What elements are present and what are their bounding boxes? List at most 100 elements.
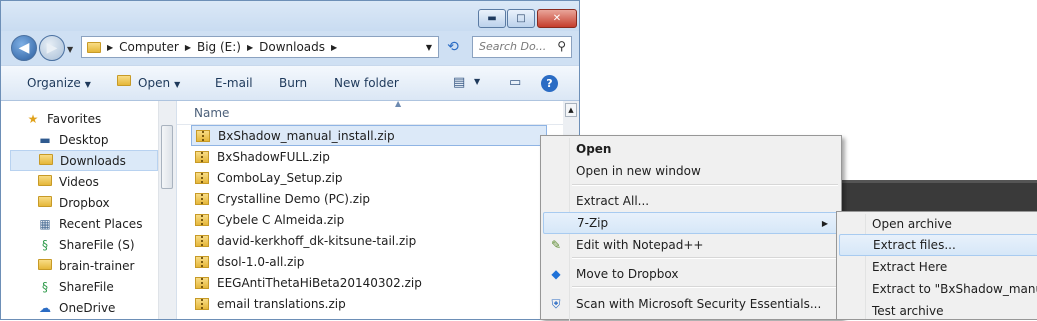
sharefile-icon: § (42, 237, 48, 252)
title-bar: ▬ □ ✕ (1, 1, 579, 31)
nav-item-onedrive[interactable]: ☁ OneDrive (37, 297, 158, 318)
new-folder-button[interactable]: New folder (334, 76, 399, 90)
nav-item-dropbox[interactable]: Dropbox (37, 192, 158, 213)
help-button[interactable]: ? (541, 75, 558, 92)
zip-folder-icon (195, 171, 209, 184)
desktop-icon: ▬ (39, 132, 51, 147)
menu-item-open[interactable]: Open (543, 138, 839, 160)
zip-folder-icon (195, 213, 209, 226)
breadcrumb-separator-icon[interactable]: ▶ (247, 43, 253, 52)
open-folder-icon (117, 75, 131, 90)
scroll-up-icon[interactable]: ▲ (565, 103, 577, 117)
recent-places-icon: ▦ (39, 216, 51, 231)
refresh-button[interactable]: ⟲ (442, 37, 464, 57)
submenu-item-extract-to[interactable]: Extract to "BxShadow_manual_in (839, 278, 1037, 300)
file-row[interactable]: david-kerkhoff_dk-kitsune-tail.zip (191, 230, 547, 251)
zip-folder-icon (195, 255, 209, 268)
nav-pane-scrollbar[interactable] (158, 101, 176, 319)
view-options-icon[interactable]: ▤ (453, 75, 465, 90)
file-row[interactable]: Cybele C Almeida.zip (191, 209, 547, 230)
file-row[interactable]: BxShadow_manual_install.zip (191, 125, 547, 146)
search-input[interactable]: Search Do... ⚲ (472, 36, 572, 58)
menu-item-scan-mse[interactable]: ⛨ Scan with Microsoft Security Essentials… (543, 293, 839, 315)
chevron-down-icon: ▼ (174, 80, 181, 89)
zip-folder-icon (195, 192, 209, 205)
folder-icon (87, 41, 101, 53)
breadcrumb-downloads[interactable]: Downloads (259, 40, 325, 54)
minimize-icon: ▬ (487, 13, 497, 24)
submenu-item-extract-here[interactable]: Extract Here (839, 256, 1037, 278)
address-bar[interactable]: ▶ Computer ▶ Big (E:) ▶ Downloads ▶ ▼ (81, 36, 439, 58)
email-button[interactable]: E-mail (215, 76, 253, 90)
open-button[interactable]: Open ▼ (138, 76, 180, 90)
preview-pane-icon[interactable]: ▭ (509, 75, 521, 90)
nav-pane-scroll-thumb[interactable] (161, 125, 173, 189)
view-dropdown-icon[interactable]: ▼ (474, 77, 480, 86)
file-row[interactable]: dsol-1.0-all.zip (191, 251, 547, 272)
notepad-plus-plus-icon: ✎ (550, 238, 562, 252)
file-row[interactable]: EEGAntiThetaHiBeta20140302.zip (191, 272, 547, 293)
search-placeholder: Search Do... (479, 40, 547, 53)
breadcrumb-drive[interactable]: Big (E:) (197, 40, 241, 54)
star-icon: ★ (27, 111, 39, 126)
folder-icon (37, 258, 53, 273)
zip-folder-icon (195, 234, 209, 247)
file-row[interactable]: ComboLay_Setup.zip (191, 167, 547, 188)
burn-button[interactable]: Burn (279, 76, 307, 90)
folder-icon (37, 174, 53, 189)
breadcrumb-separator-icon[interactable]: ▶ (185, 43, 191, 52)
submenu-item-extract-files[interactable]: Extract files... (839, 234, 1037, 256)
navigation-bar: ◀ ▶ ▼ ▶ Computer ▶ Big (E:) ▶ Downloads … (1, 31, 579, 63)
folder-icon (38, 153, 54, 168)
address-history-dropdown-icon[interactable]: ▼ (426, 43, 432, 52)
zip-folder-icon (195, 297, 209, 310)
explorer-window: ▬ □ ✕ ◀ ▶ ▼ ▶ Computer ▶ Big (E:) ▶ Down… (0, 0, 580, 320)
breadcrumb-separator-icon[interactable]: ▶ (107, 43, 113, 52)
search-icon: ⚲ (557, 39, 566, 53)
menu-item-move-to-dropbox[interactable]: ◆ Move to Dropbox (543, 263, 839, 285)
submenu-arrow-icon: ▶ (821, 218, 828, 228)
file-row[interactable]: BxShadowFULL.zip (191, 146, 547, 167)
organize-button[interactable]: Organize ▼ (27, 76, 91, 90)
back-button[interactable]: ◀ (11, 35, 37, 61)
nav-item-videos[interactable]: Videos (37, 171, 158, 192)
menu-separator (572, 184, 838, 186)
sort-ascending-icon: ▲ (395, 99, 402, 108)
recent-pages-dropdown[interactable]: ▼ (67, 45, 73, 54)
forward-button[interactable]: ▶ (39, 35, 65, 61)
nav-item-recent-places[interactable]: ▦ Recent Places (37, 213, 158, 234)
breadcrumb-computer[interactable]: Computer (119, 40, 179, 54)
close-icon: ✕ (552, 13, 562, 24)
zip-folder-icon (195, 150, 209, 163)
nav-item-sharefile[interactable]: § ShareFile (37, 276, 158, 297)
command-bar: Organize ▼ Open ▼ E-mail Burn New folder ▤… (1, 65, 579, 101)
menu-item-extract-all[interactable]: Extract All... (543, 190, 839, 212)
menu-item-edit-notepad[interactable]: ✎ Edit with Notepad++ (543, 234, 839, 256)
menu-item-open-new-window[interactable]: Open in new window (543, 160, 839, 182)
file-row[interactable]: email translations.zip (191, 293, 547, 314)
submenu-item-test-archive[interactable]: Test archive (839, 300, 1037, 319)
folder-icon (37, 195, 53, 210)
menu-item-7zip[interactable]: 7-Zip ▶ (543, 212, 839, 234)
security-essentials-icon: ⛨ (551, 296, 561, 311)
onedrive-icon: ☁ (39, 300, 51, 315)
zip-folder-icon (196, 129, 210, 142)
navigation-pane: ★ Favorites ▬ Desktop Downloads Videos D… (1, 101, 177, 319)
refresh-icon: ⟲ (447, 39, 459, 55)
nav-item-desktop[interactable]: ▬ Desktop (37, 129, 158, 150)
submenu-item-open-archive[interactable]: Open archive (839, 213, 1037, 235)
close-button[interactable]: ✕ (537, 9, 577, 28)
zip-folder-icon (195, 276, 209, 289)
help-icon: ? (546, 77, 553, 90)
menu-separator (572, 257, 838, 259)
breadcrumb-separator-icon[interactable]: ▶ (331, 43, 337, 52)
minimize-button[interactable]: ▬ (478, 9, 506, 28)
nav-item-brain-trainer[interactable]: brain-trainer (37, 255, 158, 276)
name-column-header[interactable]: Name ▲ (177, 99, 563, 125)
nav-item-downloads[interactable]: Downloads (10, 150, 158, 171)
file-row[interactable]: Crystalline Demo (PC).zip (191, 188, 547, 209)
maximize-button[interactable]: □ (507, 9, 535, 28)
nav-item-sharefile-s[interactable]: § ShareFile (S) (37, 234, 158, 255)
context-menu: Open Open in new window Extract All... 7… (540, 135, 842, 321)
dropbox-icon: ◆ (551, 267, 561, 281)
